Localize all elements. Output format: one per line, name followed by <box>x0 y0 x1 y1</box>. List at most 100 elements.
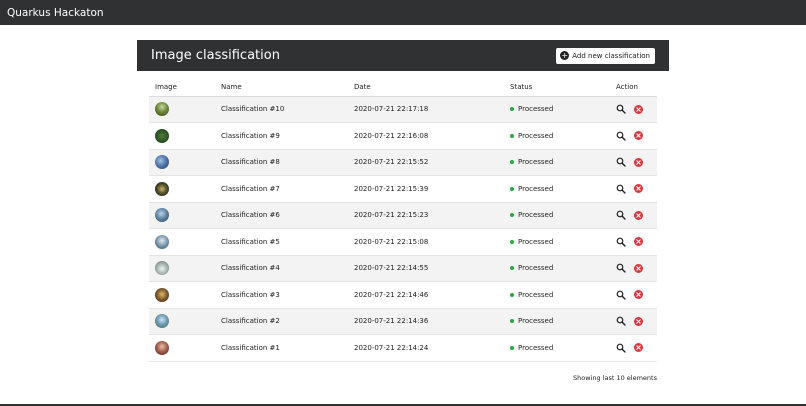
action-cell <box>610 308 657 335</box>
status-label: Processed <box>518 264 554 273</box>
date-cell: 2020-07-21 22:14:55 <box>348 255 504 282</box>
classification-thumbnail[interactable] <box>155 340 169 355</box>
table-row: Classification #5 2020-07-21 22:15:08 Pr… <box>149 228 657 256</box>
classification-thumbnail[interactable] <box>155 155 169 170</box>
delete-icon[interactable] <box>634 237 643 247</box>
column-header-date: Date <box>348 78 504 97</box>
name-cell: Classification #4 <box>215 255 348 282</box>
column-header-status: Status <box>504 78 610 97</box>
status-dot-icon <box>510 213 514 218</box>
add-classification-button[interactable]: + Add new classification <box>556 47 655 64</box>
status-dot-icon <box>510 160 514 165</box>
classification-thumbnail[interactable] <box>155 102 169 117</box>
action-cell <box>610 281 657 309</box>
action-cell <box>610 175 657 203</box>
search-icon[interactable] <box>616 290 626 300</box>
name-cell: Classification #10 <box>215 96 348 123</box>
date-cell: 2020-07-21 22:15:23 <box>348 202 504 229</box>
status-label: Processed <box>518 211 554 220</box>
name-cell: Classification #7 <box>215 175 348 203</box>
search-icon[interactable] <box>616 263 626 273</box>
classification-thumbnail[interactable] <box>155 234 169 249</box>
search-icon[interactable] <box>616 316 626 326</box>
table-row: Classification #8 2020-07-21 22:15:52 Pr… <box>149 149 657 176</box>
classification-thumbnail[interactable] <box>155 208 169 223</box>
image-cell <box>149 175 215 203</box>
name-cell: Classification #5 <box>215 228 348 256</box>
search-icon[interactable] <box>616 184 626 194</box>
classification-card: Image classification + Add new classific… <box>137 40 669 392</box>
image-cell <box>149 96 215 123</box>
date-cell: 2020-07-21 22:17:18 <box>348 96 504 123</box>
status-cell: Processed <box>504 281 610 309</box>
action-cell <box>610 255 657 282</box>
top-navbar: Quarkus Hackaton <box>0 0 806 25</box>
date-cell: 2020-07-21 22:15:39 <box>348 175 504 203</box>
status-dot-icon <box>510 319 514 324</box>
column-header-image: Image <box>149 78 215 97</box>
table-row: Classification #1 2020-07-21 22:14:24 Pr… <box>149 334 657 362</box>
date-cell: 2020-07-21 22:14:36 <box>348 308 504 335</box>
delete-icon[interactable] <box>634 184 643 194</box>
name-cell: Classification #6 <box>215 202 348 229</box>
status-label: Processed <box>518 158 554 167</box>
classification-thumbnail[interactable] <box>155 128 169 143</box>
status-cell: Processed <box>504 308 610 335</box>
search-icon[interactable] <box>616 237 626 247</box>
classification-thumbnail[interactable] <box>155 261 169 276</box>
status-label: Processed <box>518 317 554 326</box>
delete-icon[interactable] <box>634 316 643 326</box>
status-cell: Processed <box>504 149 610 176</box>
classification-thumbnail[interactable] <box>155 314 169 329</box>
date-cell: 2020-07-21 22:14:24 <box>348 334 504 362</box>
name-cell: Classification #9 <box>215 122 348 150</box>
table-row: Classification #2 2020-07-21 22:14:36 Pr… <box>149 308 657 335</box>
delete-icon[interactable] <box>634 290 643 300</box>
delete-icon[interactable] <box>634 157 643 167</box>
brand-title[interactable]: Quarkus Hackaton <box>7 7 104 19</box>
table-row: Classification #10 2020-07-21 22:17:18 P… <box>149 96 657 123</box>
date-cell: 2020-07-21 22:15:08 <box>348 228 504 256</box>
name-cell: Classification #3 <box>215 281 348 309</box>
delete-icon[interactable] <box>634 343 643 353</box>
table-header-row: Image Name Date Status Action <box>149 78 657 97</box>
search-icon[interactable] <box>616 131 626 141</box>
search-icon[interactable] <box>616 343 626 353</box>
status-label: Processed <box>518 105 554 114</box>
status-dot-icon <box>510 345 514 350</box>
classification-thumbnail[interactable] <box>155 181 169 196</box>
action-cell <box>610 122 657 150</box>
table-row: Classification #7 2020-07-21 22:15:39 Pr… <box>149 175 657 203</box>
delete-icon[interactable] <box>634 131 643 141</box>
table-row: Classification #9 2020-07-21 22:16:08 Pr… <box>149 122 657 150</box>
table-row: Classification #6 2020-07-21 22:15:23 Pr… <box>149 202 657 229</box>
delete-icon[interactable] <box>634 210 643 220</box>
card-header: Image classification + Add new classific… <box>137 40 669 71</box>
date-cell: 2020-07-21 22:14:46 <box>348 281 504 309</box>
image-cell <box>149 281 215 309</box>
action-cell <box>610 149 657 176</box>
status-dot-icon <box>510 292 514 297</box>
status-dot-icon <box>510 186 514 191</box>
status-cell: Processed <box>504 255 610 282</box>
status-cell: Processed <box>504 175 610 203</box>
page-title: Image classification <box>151 48 280 63</box>
action-cell <box>610 334 657 362</box>
image-cell <box>149 122 215 150</box>
classification-thumbnail[interactable] <box>155 287 169 302</box>
status-cell: Processed <box>504 122 610 150</box>
status-dot-icon <box>510 133 514 138</box>
delete-icon[interactable] <box>634 104 643 114</box>
search-icon[interactable] <box>616 104 626 114</box>
search-icon[interactable] <box>616 157 626 167</box>
search-icon[interactable] <box>616 210 626 220</box>
add-classification-label: Add new classification <box>572 51 650 60</box>
status-label: Processed <box>518 237 554 246</box>
delete-icon[interactable] <box>634 263 643 273</box>
status-label: Processed <box>518 343 554 352</box>
image-cell <box>149 149 215 176</box>
action-cell <box>610 202 657 229</box>
column-header-name: Name <box>215 78 348 97</box>
image-cell <box>149 255 215 282</box>
table-row: Classification #4 2020-07-21 22:14:55 Pr… <box>149 255 657 282</box>
